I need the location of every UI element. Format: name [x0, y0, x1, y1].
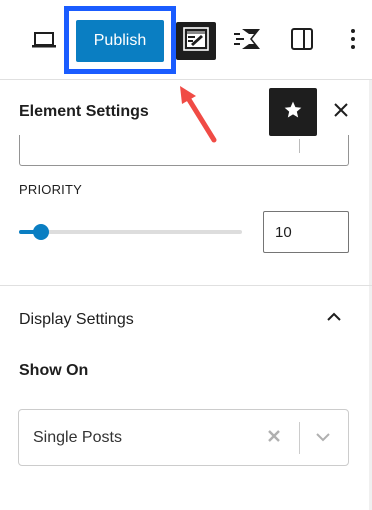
desktop-icon	[31, 30, 57, 55]
clear-selection-button[interactable]	[263, 427, 285, 449]
dropdown-toggle[interactable]	[311, 427, 335, 449]
settings-sidebar-button[interactable]	[284, 22, 320, 60]
close-icon	[334, 102, 348, 122]
editor-toolbar: Publish	[0, 0, 372, 80]
section-divider	[0, 285, 372, 286]
sidebar-toggle-icon	[290, 27, 314, 56]
select-separator	[299, 422, 300, 454]
priority-input[interactable]: 10	[263, 211, 349, 253]
plugin-settings-button[interactable]	[176, 22, 216, 60]
partial-field[interactable]	[19, 135, 349, 166]
more-vertical-icon	[350, 28, 356, 55]
device-preview-button[interactable]	[24, 24, 64, 60]
plugin-icon	[183, 26, 209, 56]
display-settings-title: Display Settings	[19, 311, 134, 328]
priority-label: PRIORITY	[19, 182, 82, 197]
chevron-down-icon	[315, 429, 331, 447]
field-separator	[299, 139, 300, 153]
show-on-select[interactable]: Single Posts	[18, 409, 349, 466]
chevron-up-icon	[326, 309, 342, 327]
priority-slider-track[interactable]	[19, 230, 242, 234]
favorite-button[interactable]	[269, 88, 317, 136]
priority-slider-thumb[interactable]	[33, 224, 50, 240]
clear-icon	[267, 429, 281, 448]
more-options-button[interactable]	[338, 22, 368, 60]
collapse-toggle[interactable]	[322, 306, 346, 330]
select-value: Single Posts	[33, 429, 122, 446]
close-settings-button[interactable]	[326, 96, 356, 128]
publish-button[interactable]: Publish	[76, 20, 164, 62]
panel-title: Element Settings	[19, 103, 149, 120]
spectra-icon	[232, 25, 264, 58]
show-on-label: Show On	[19, 362, 89, 379]
spectra-button[interactable]	[228, 22, 268, 60]
star-icon	[283, 100, 303, 125]
